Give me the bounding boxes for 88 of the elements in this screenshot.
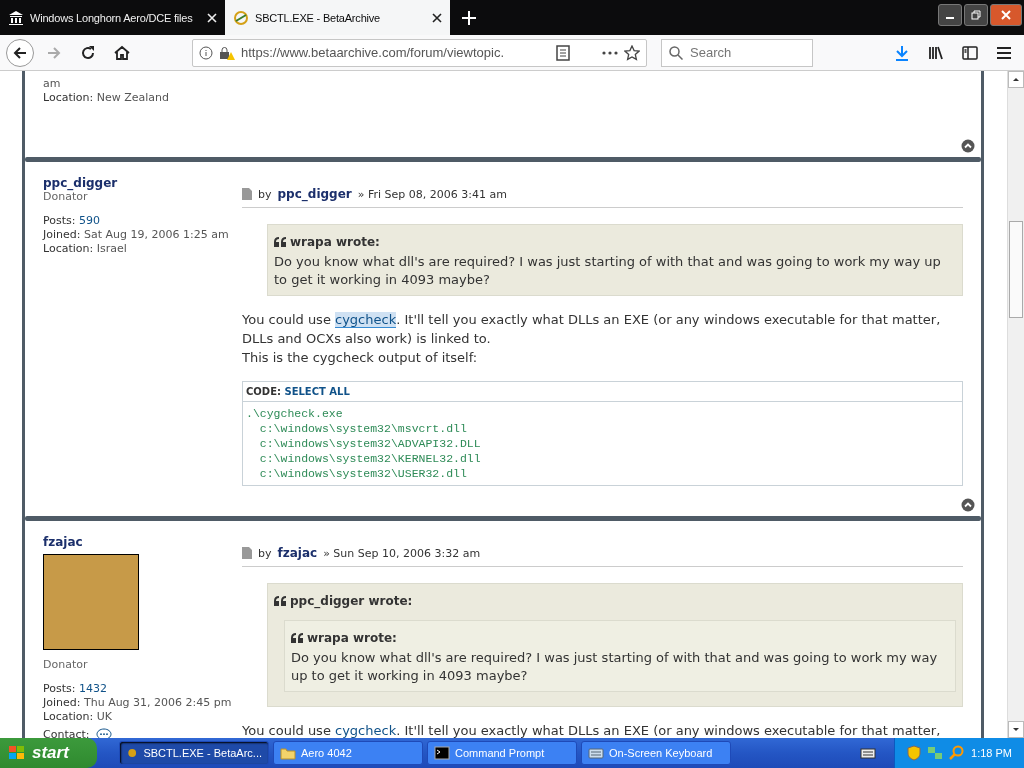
profile-value[interactable]: 590 — [78, 214, 100, 227]
post-text: This is the cygcheck output of itself: — [242, 349, 479, 367]
keyboard-icon[interactable] — [860, 747, 877, 759]
menu-icon — [996, 45, 1012, 60]
clock: 1:18 PM — [971, 747, 1012, 759]
library-icon — [928, 44, 944, 61]
scroll-up-icon[interactable] — [1008, 71, 1024, 88]
user-rank: Donator — [43, 190, 88, 204]
profile-label: Location: — [43, 710, 94, 723]
quote-author: ppc_digger wrote: — [290, 593, 413, 610]
more-icon[interactable] — [602, 50, 618, 55]
keyboard-icon — [588, 746, 604, 760]
profile-value: Israel — [96, 242, 127, 255]
username-link[interactable]: fzajac — [277, 546, 318, 560]
profile-label: Joined: — [43, 696, 81, 709]
address-bar[interactable]: https://www.betaarchive.com/forum/viewtopic. — [192, 38, 647, 67]
browser-tab[interactable]: SBCTL.EXE - BetaArchive — [225, 0, 450, 35]
back-to-top-icon[interactable] — [961, 139, 975, 153]
sidebar-icon — [962, 45, 978, 60]
profile-value: Sat Aug 19, 2006 1:25 am — [83, 228, 229, 241]
plus-icon — [462, 10, 476, 25]
minimize-button[interactable] — [938, 4, 962, 26]
profile-label: Location: — [43, 242, 94, 255]
username-link[interactable]: ppc_digger — [43, 176, 242, 190]
reader-view-icon[interactable] — [556, 44, 570, 61]
byline-label: by — [258, 546, 272, 560]
profile-label: Location: — [43, 91, 94, 104]
post-text: You could use cygcheck. It'll tell you exactly what DLLs an EXE (or any windows executable for that matter, DLLs and OCXs also work) is linked to. — [242, 311, 942, 348]
profile-value: am — [43, 77, 62, 91]
quote-text: Do you know what dll's are required? I was just starting of with that and was going to work my way up to get it working in 4093 maybe? — [291, 649, 939, 685]
close-icon — [1001, 10, 1011, 20]
speech-bubble-icon[interactable] — [95, 728, 112, 738]
select-all-link[interactable]: SELECT ALL — [284, 386, 350, 397]
profile-value: Thu Aug 31, 2006 2:45 pm — [83, 696, 232, 709]
restore-button[interactable] — [964, 4, 988, 26]
profile-value: New Zealand — [96, 91, 170, 104]
search-field[interactable]: Search — [661, 38, 813, 67]
profile-label: Contact: — [43, 728, 90, 738]
home-icon — [114, 44, 130, 61]
scrollbar-thumb[interactable] — [1009, 221, 1023, 318]
restore-icon — [971, 10, 981, 20]
download-icon — [894, 44, 910, 61]
folder-icon — [280, 746, 296, 760]
windows-flag-icon — [8, 745, 26, 761]
scroll-down-icon[interactable] — [1008, 721, 1024, 738]
post-date: » Fri Sep 08, 2006 3:41 am — [357, 187, 507, 201]
taskbar-item[interactable]: On-Screen Keyboard — [581, 741, 731, 765]
profile-label: Posts: — [43, 214, 76, 227]
byline-label: by — [258, 187, 272, 201]
shield-icon[interactable] — [907, 745, 922, 761]
username-link[interactable]: ppc_digger — [277, 187, 352, 201]
app-icon — [126, 746, 139, 760]
start-button[interactable]: start — [0, 738, 97, 768]
taskbar-item[interactable]: SBCTL.EXE - BetaArc... — [119, 741, 269, 765]
profile-value[interactable]: 1432 — [78, 682, 107, 695]
browser-tab[interactable]: Windows Longhorn Aero/DCE files — [0, 0, 225, 35]
code-text: .\cygcheck.exe c:\windows\system32\msvcrt.dll c:\windows\system32\ADVAPI32.DLL c:\windows\system32\KERNEL32.dll c:\windows\system32\USER32.dll — [245, 406, 482, 482]
star-icon[interactable] — [624, 44, 640, 61]
scrollbar[interactable] — [1007, 71, 1024, 738]
taskbar-item[interactable]: Aero 4042 — [273, 741, 423, 765]
terminal-icon — [434, 746, 450, 760]
quote-author: wrapa wrote: — [307, 630, 397, 647]
quote-text: Do you know what dll's are required? I was just starting of with that and was going to work my way up to get it working in 4093 maybe? — [274, 253, 942, 289]
profile-label: Posts: — [43, 682, 76, 695]
back-button[interactable] — [6, 38, 34, 67]
post-date: » Sun Sep 10, 2006 3:32 am — [323, 546, 481, 560]
profile-label: Joined: — [43, 228, 81, 241]
back-to-top-icon[interactable] — [961, 498, 975, 512]
lock-warning-icon[interactable] — [219, 45, 235, 60]
info-icon[interactable] — [199, 45, 213, 60]
back-arrow-icon — [12, 44, 28, 61]
reload-icon — [80, 44, 96, 61]
quote-mark-icon — [291, 633, 303, 643]
username-link[interactable]: fzajac — [43, 535, 242, 549]
site-logo-icon — [233, 9, 249, 26]
search-icon — [669, 45, 683, 60]
forward-arrow-icon — [46, 44, 62, 61]
code-label: CODE: — [246, 386, 281, 397]
quote-author: wrapa wrote: — [290, 234, 380, 251]
url-text: https://www.betaarchive.com/forum/viewtopic. — [241, 45, 505, 60]
profile-value: UK — [96, 710, 112, 723]
close-window-button[interactable] — [990, 4, 1022, 26]
building-icon — [8, 9, 24, 26]
user-rank: Donator — [43, 658, 89, 672]
close-icon[interactable] — [432, 12, 442, 23]
quote-mark-icon — [274, 237, 286, 247]
taskbar-item[interactable]: Command Prompt — [427, 741, 577, 765]
quote-mark-icon — [274, 596, 286, 606]
